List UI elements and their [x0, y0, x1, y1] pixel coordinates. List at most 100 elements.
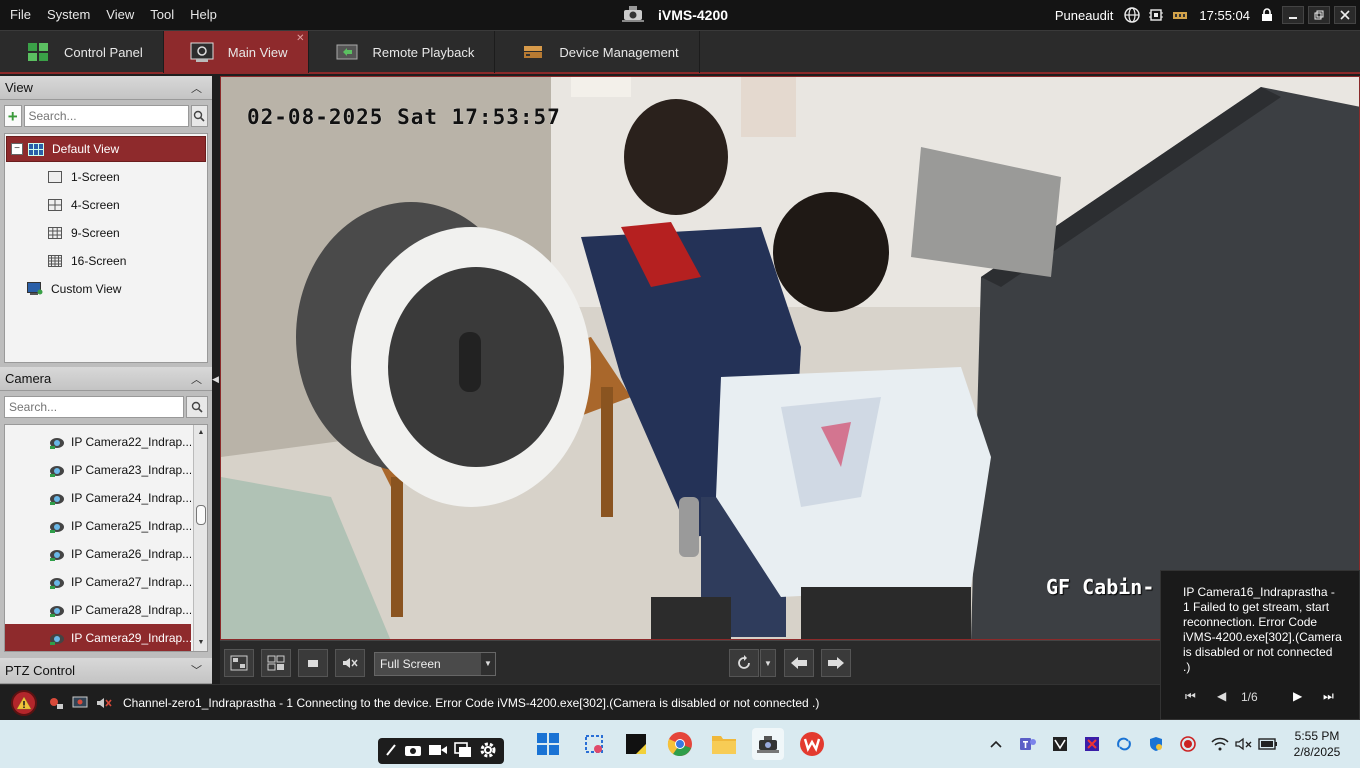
tray-app-icon[interactable] — [1050, 734, 1070, 754]
close-button[interactable] — [1334, 6, 1356, 24]
tree-item-custom-view[interactable]: Custom View — [5, 276, 205, 302]
menu-system[interactable]: System — [39, 0, 98, 30]
alarm-list-icon[interactable] — [47, 695, 65, 711]
sync-icon[interactable] — [1114, 734, 1134, 754]
show-hidden-icons-icon[interactable] — [986, 734, 1006, 754]
tree-item-4-screen[interactable]: 4-Screen — [5, 192, 205, 218]
view-section-header[interactable]: View ︿ — [0, 76, 212, 100]
sixteen-screen-icon — [47, 254, 63, 268]
window-division-button[interactable] — [224, 649, 254, 677]
close-tab-icon[interactable]: ✕ — [296, 33, 304, 44]
ptz-section-header[interactable]: PTZ Control ﹀ — [0, 658, 212, 684]
teams-icon[interactable] — [1018, 734, 1038, 754]
wifi-icon[interactable] — [1210, 734, 1230, 754]
next-page-button[interactable] — [821, 649, 851, 677]
dropdown-arrow-icon[interactable]: ▼ — [481, 653, 495, 675]
ip-camera-icon — [49, 547, 65, 561]
tree-item-1-screen[interactable]: 1-Screen — [5, 164, 205, 190]
snipping-tool-icon — [585, 735, 603, 753]
audio-button[interactable] — [335, 649, 365, 677]
screen-mode-select[interactable]: Full Screen ▼ — [374, 652, 496, 676]
layout-button[interactable] — [261, 649, 291, 677]
snipping-tool-app[interactable] — [578, 728, 610, 760]
pen-icon[interactable] — [385, 743, 397, 760]
restore-button[interactable] — [1308, 6, 1330, 24]
record-icon[interactable] — [1178, 734, 1198, 754]
chevron-down-icon[interactable]: ﹀ — [191, 662, 202, 678]
add-view-button[interactable]: + — [4, 105, 22, 127]
camera-list-item[interactable]: IP Camera24_Indrap... — [5, 484, 191, 512]
tree-item-label: Default View — [52, 142, 120, 156]
auto-switch-button[interactable] — [729, 649, 759, 677]
wps-office-app[interactable] — [796, 728, 828, 760]
collapse-icon[interactable]: − — [11, 143, 23, 155]
taskbar-clock[interactable]: 5:55 PM 2/8/2025 — [1282, 728, 1352, 760]
camera-list-item[interactable]: IP Camera23_Indrap... — [5, 456, 191, 484]
window-capture-icon[interactable] — [454, 741, 472, 761]
camera-list-item[interactable]: IP Camera27_Indrap... — [5, 568, 191, 596]
camera-list-scrollbar[interactable]: ▲ ▼ — [193, 425, 207, 651]
tab-control-panel[interactable]: Control Panel — [0, 31, 164, 73]
alarm-warning-icon[interactable] — [11, 689, 37, 716]
tab-label: Device Management — [559, 44, 679, 60]
chrome-app[interactable] — [664, 728, 696, 760]
tree-item-default-view[interactable]: − Default View — [6, 136, 206, 162]
ip-camera-icon — [49, 575, 65, 589]
sticky-notes-app[interactable] — [620, 728, 652, 760]
view-search-button[interactable] — [190, 105, 208, 127]
cpu-usage-icon[interactable] — [1147, 6, 1165, 24]
camera-list-item[interactable]: IP Camera25_Indrap... — [5, 512, 191, 540]
settings-gear-icon[interactable] — [479, 741, 497, 762]
camera-label: IP Camera22_Indrap... — [71, 435, 191, 449]
camera-icon[interactable] — [404, 743, 422, 760]
camera-search-input[interactable] — [4, 396, 184, 418]
previous-page-button[interactable] — [784, 649, 814, 677]
audio-alarm-icon[interactable] — [95, 695, 113, 711]
scroll-up-icon[interactable]: ▲ — [194, 427, 207, 439]
menu-help[interactable]: Help — [182, 0, 225, 30]
menu-tool[interactable]: Tool — [142, 0, 182, 30]
chevron-up-icon[interactable]: ︿ — [191, 371, 202, 387]
camera-list-item[interactable]: IP Camera28_Indrap... — [5, 596, 191, 624]
tree-item-16-screen[interactable]: 16-Screen — [5, 248, 205, 274]
tab-main-view[interactable]: Main View ✕ — [163, 31, 309, 73]
stop-all-button[interactable] — [298, 649, 328, 677]
tree-item-9-screen[interactable]: 9-Screen — [5, 220, 205, 246]
video-record-icon[interactable] — [428, 743, 448, 760]
scroll-thumb[interactable] — [196, 505, 206, 525]
next-icon[interactable]: ▶ — [1293, 689, 1302, 703]
camera-list-item[interactable]: IP Camera29_Indrap... — [5, 624, 191, 651]
volume-muted-icon[interactable] — [1234, 734, 1254, 754]
defender-shield-icon[interactable] — [1146, 734, 1166, 754]
tab-remote-playback[interactable]: Remote Playback — [309, 31, 496, 73]
minimize-button[interactable] — [1282, 6, 1304, 24]
camera-search-button[interactable] — [186, 396, 208, 418]
ram-usage-icon[interactable] — [1171, 6, 1189, 24]
auto-switch-dropdown-icon[interactable]: ▼ — [760, 649, 776, 677]
taskbar-time: 5:55 PM — [1294, 729, 1340, 743]
ivms-taskbar-app[interactable] — [752, 728, 784, 760]
lock-icon[interactable] — [1258, 6, 1276, 24]
event-monitor-icon[interactable] — [71, 695, 89, 711]
camera-list-item[interactable]: IP Camera26_Indrap... — [5, 540, 191, 568]
view-search-input[interactable] — [23, 105, 189, 127]
battery-icon[interactable] — [1258, 734, 1278, 754]
previous-icon[interactable]: ◀ — [1217, 689, 1226, 703]
camera-list-item[interactable]: IP Camera22_Indrap... — [5, 428, 191, 456]
file-explorer-app[interactable] — [708, 728, 740, 760]
ip-camera-icon — [49, 463, 65, 477]
chevron-up-icon[interactable]: ︿ — [191, 80, 202, 96]
one-screen-icon — [47, 170, 63, 184]
collapse-panel-icon[interactable]: ◀ — [212, 374, 220, 386]
tab-device-management[interactable]: Device Management — [495, 31, 700, 73]
start-button[interactable] — [532, 728, 564, 760]
last-page-icon[interactable]: ⏭ — [1323, 689, 1334, 704]
network-globe-icon[interactable] — [1123, 6, 1141, 24]
scroll-down-icon[interactable]: ▼ — [194, 637, 207, 649]
menu-view[interactable]: View — [98, 0, 142, 30]
tray-security-icon[interactable] — [1082, 734, 1102, 754]
live-video-view[interactable]: 02-08-2025 Sat 17:53:57 GF Cabin- — [220, 76, 1360, 640]
camera-section-header[interactable]: Camera ︿ — [0, 367, 212, 391]
menu-file[interactable]: File — [2, 0, 39, 30]
first-page-icon[interactable]: ⏮ — [1185, 689, 1196, 704]
